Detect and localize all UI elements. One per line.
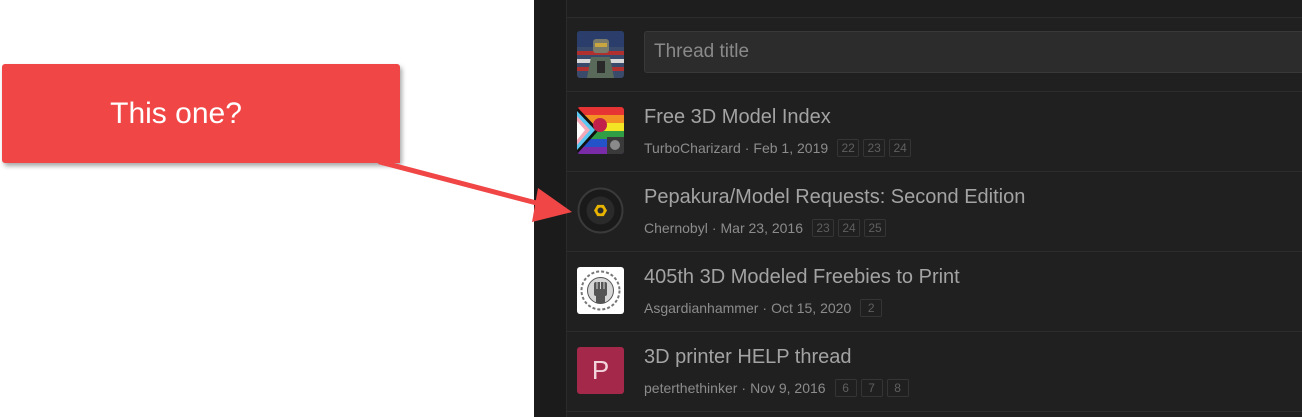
thread-title[interactable]: 405th 3D Modeled Freebies to Print [644,266,960,289]
page-jump-links: 6 7 8 [834,379,913,397]
page-link[interactable]: 24 [838,219,860,237]
meta-separator: · [741,380,747,396]
page-link[interactable]: 24 [889,139,912,157]
thread-row: 405th 3D Modeled Freebies to Print Asgar… [567,252,1302,332]
thread-meta: Chernobyl · Mar 23, 2016 23 24 25 [644,219,890,237]
page-link[interactable]: 6 [834,379,857,397]
forum-panel: Free 3D Model Index TurboCharizard · Feb… [534,0,1302,417]
thread-date[interactable]: Feb 1, 2019 [753,140,828,156]
annotation-callout: This one? [2,64,400,163]
thread-date[interactable]: Mar 23, 2016 [721,220,804,236]
new-thread-row [567,18,1302,92]
thread-meta: Asgardianhammer · Oct 15, 2020 2 [644,299,886,317]
thread-title[interactable]: Pepakura/Model Requests: Second Edition [644,186,1025,209]
page-jump-links: 22 23 24 [837,139,915,157]
meta-separator: · [711,220,717,236]
thread-row: Free 3D Model Index TurboCharizard · Feb… [567,92,1302,172]
page-link[interactable]: 25 [864,219,886,237]
meta-separator: · [762,300,768,316]
thread-author[interactable]: Chernobyl [644,220,708,236]
list-header-strip [567,0,1302,18]
page-jump-links: 23 24 25 [812,219,890,237]
page-link[interactable]: 7 [860,379,883,397]
thread-author[interactable]: Asgardianhammer [644,300,758,316]
thread-meta: peterthethinker · Nov 9, 2016 6 7 8 [644,379,913,397]
page: Free 3D Model Index TurboCharizard · Feb… [0,0,1302,417]
thread-title[interactable]: 3D printer HELP thread [644,346,852,369]
thread-meta: TurboCharizard · Feb 1, 2019 22 23 24 [644,139,915,157]
thread-title[interactable]: Free 3D Model Index [644,106,831,129]
fist-emblem-avatar[interactable] [577,267,624,314]
thread-author[interactable]: peterthethinker [644,380,737,396]
thread-author[interactable]: TurboCharizard [644,140,741,156]
white-background [0,0,534,417]
page-link[interactable]: 22 [837,139,860,157]
thread-date[interactable]: Nov 9, 2016 [750,380,826,396]
thread-list: Free 3D Model Index TurboCharizard · Feb… [566,0,1302,417]
callout-text: This one? [110,97,242,130]
page-link[interactable]: 8 [886,379,909,397]
page-jump-links: 2 [860,299,886,317]
pride-flag-avatar[interactable] [577,107,624,154]
meta-separator: · [744,140,750,156]
letter-p-avatar[interactable]: P [577,347,624,394]
page-link[interactable]: 2 [860,299,883,317]
thread-row: P 3D printer HELP thread peterthethinker… [567,332,1302,412]
user-avatar[interactable] [577,31,624,78]
hex-nut-avatar[interactable] [577,187,624,234]
thread-row: Pepakura/Model Requests: Second Edition … [567,172,1302,252]
thread-date[interactable]: Oct 15, 2020 [771,300,851,316]
page-link[interactable]: 23 [863,139,886,157]
avatar-letter: P [591,355,610,385]
page-link[interactable]: 23 [812,219,834,237]
thread-title-input[interactable] [644,31,1302,73]
